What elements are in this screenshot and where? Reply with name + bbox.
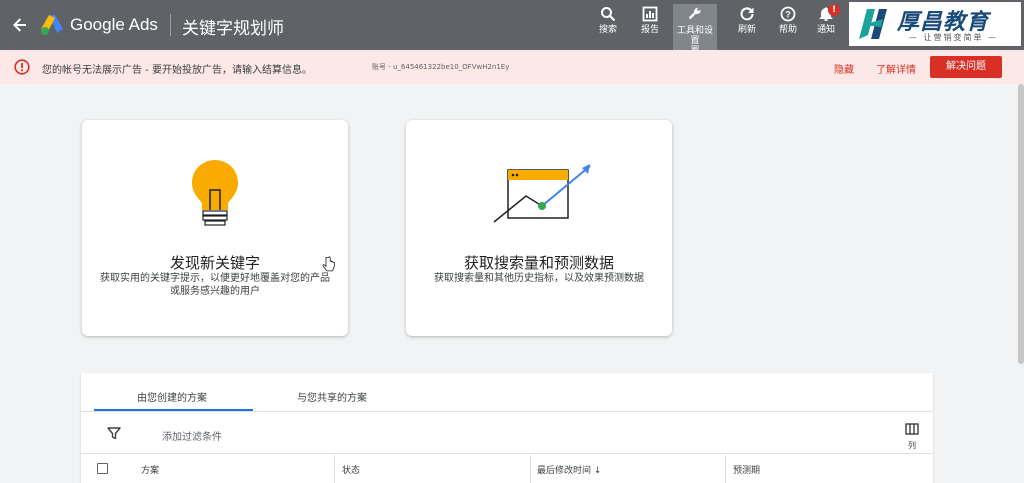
column-separator (334, 455, 335, 483)
discover-keywords-card[interactable]: 发现新关键字 获取实用的关键字提示，以便更好地覆盖对您的产品或服务感兴趣的用户 (82, 120, 348, 336)
select-all-checkbox[interactable] (97, 463, 108, 474)
tab-created-plans[interactable]: 由您创建的方案 (137, 389, 207, 404)
filter-icon[interactable] (107, 426, 121, 440)
notifications-label: 通知 (816, 25, 835, 35)
alert-error-icon (14, 59, 30, 75)
tab-shared-plans[interactable]: 与您共享的方案 (297, 389, 367, 404)
hand-cursor-icon (322, 256, 335, 272)
search-icon (601, 7, 616, 22)
tabs-divider (81, 411, 933, 412)
title-divider (170, 14, 171, 36)
brand-subtitle: — 让营销变简单 — (909, 33, 999, 42)
plans-panel: 由您创建的方案 与您共享的方案 添加过滤条件 列 方案 状态 最后修改时间 ↓ … (81, 373, 933, 483)
help-label: 帮助 (778, 25, 797, 35)
svg-text:?: ? (785, 10, 791, 20)
notification-badge: ! (828, 4, 840, 16)
page-scrollbar[interactable] (1018, 84, 1024, 364)
dismiss-link[interactable]: 隐藏 (834, 61, 854, 76)
brand-watermark: 厚昌教育 — 让营销变简单 — (849, 2, 1021, 46)
account-id: 账号 - u_645461322be10_OFVwH2n1Ey (372, 63, 510, 71)
alert-message: 您的帐号无法展示广告 - 要开始投放广告，请输入结算信息。 (42, 65, 312, 76)
discover-keywords-description: 获取实用的关键字提示，以便更好地覆盖对您的产品或服务感兴趣的用户 (100, 273, 330, 297)
column-header-plan[interactable]: 方案 (141, 463, 159, 476)
billing-alert-bar: 您的帐号无法展示广告 - 要开始投放广告，请输入结算信息。 账号 - u_645… (0, 50, 1024, 84)
search-button[interactable]: 搜索 (590, 6, 626, 46)
search-volume-forecast-description: 获取搜索量和其他历史指标，以及效果预测数据 (434, 273, 644, 284)
page-title: 关键字规划师 (182, 19, 284, 39)
tools-settings-button[interactable]: 工具和设置 置 (673, 4, 717, 56)
search-volume-forecast-card[interactable]: 获取搜索量和预测数据 获取搜索量和其他历史指标，以及效果预测数据 (406, 120, 672, 336)
refresh-button[interactable]: 刷新 (729, 6, 765, 46)
search-volume-forecast-title: 获取搜索量和预测数据 (463, 254, 614, 272)
search-label: 搜索 (598, 25, 617, 35)
column-header-forecast-period[interactable]: 预测期 (733, 463, 760, 476)
reports-button[interactable]: 报告 (632, 6, 668, 46)
filter-divider (81, 453, 933, 454)
refresh-icon (740, 7, 754, 21)
reports-icon (642, 6, 658, 22)
add-filter-button[interactable]: 添加过滤条件 (162, 428, 222, 443)
sort-descending-icon: ↓ (593, 466, 602, 476)
columns-button[interactable]: 列 (901, 420, 923, 451)
fix-issue-button[interactable]: 解决问题 (930, 56, 1002, 78)
notifications-button[interactable]: ! 通知 (808, 4, 844, 46)
discover-keywords-title: 发现新关键字 (169, 254, 260, 272)
columns-label: 列 (908, 441, 916, 450)
last-modified-label: 最后修改时间 (537, 466, 592, 476)
wrench-icon (688, 7, 701, 20)
columns-icon (905, 423, 919, 435)
column-header-last-modified[interactable]: 最后修改时间 ↓ (537, 463, 601, 476)
brand-logo-icon (859, 9, 887, 39)
column-separator (530, 455, 531, 483)
column-separator (725, 455, 726, 483)
reports-label: 报告 (640, 25, 659, 35)
tools-settings-label: 工具和设置 (676, 26, 713, 46)
learn-more-link[interactable]: 了解详情 (876, 61, 916, 76)
google-ads-wordmark[interactable]: Google Ads (70, 15, 158, 35)
lightbulb-icon (192, 160, 238, 226)
top-app-bar: Google Ads 关键字规划师 搜索 报告 工具和设置 置 刷新 ? 帮助 … (0, 0, 1024, 56)
refresh-label: 刷新 (737, 25, 756, 35)
column-header-status[interactable]: 状态 (342, 463, 360, 476)
forecast-chart-icon (493, 164, 591, 223)
google-ads-logo-icon[interactable] (40, 14, 64, 36)
back-arrow-icon[interactable] (10, 15, 30, 35)
help-button[interactable]: ? 帮助 (770, 6, 806, 46)
help-icon: ? (780, 6, 796, 22)
